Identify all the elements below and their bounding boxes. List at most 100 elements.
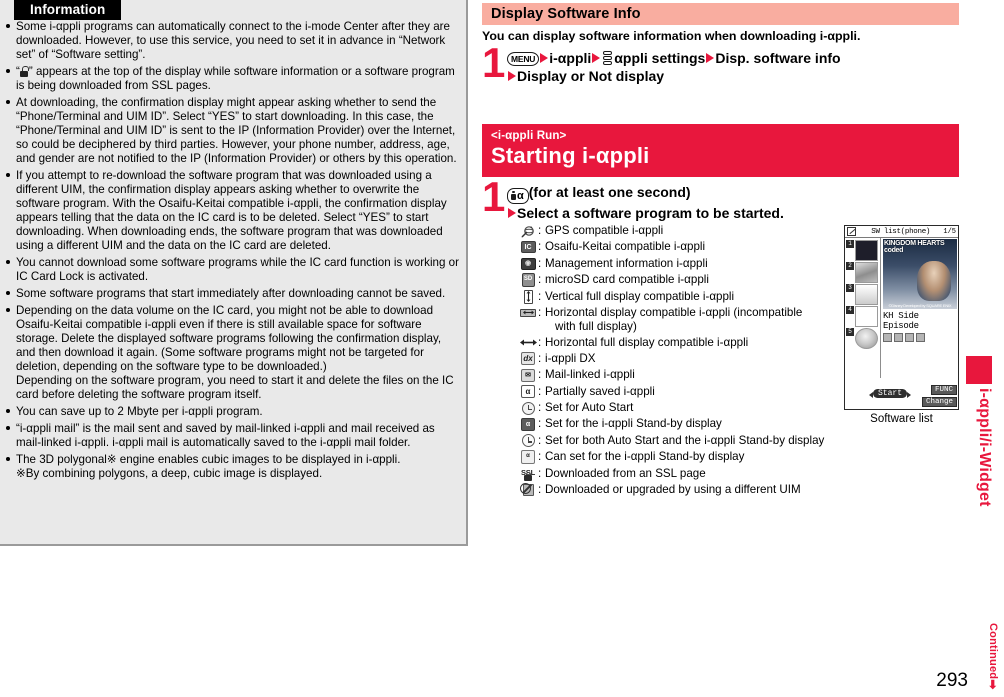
list-item[interactable]: 1 xyxy=(846,240,880,261)
legend-row: IC : Osaifu-Keitai compatible i-αppli xyxy=(518,240,848,254)
software-banner-image: KINGDOM HEARTS coded ©Disney Developed b… xyxy=(883,239,957,309)
step-target-appli-settings[interactable]: αppli settings xyxy=(614,50,705,66)
step-target-select-software[interactable]: Select a software program to be started. xyxy=(517,205,784,221)
ic-card-icon: IC xyxy=(518,240,538,254)
iappli-dx-icon xyxy=(916,333,925,342)
list-item-number: 4 xyxy=(846,306,854,314)
legend-row: ◉ : Management information i-αppli xyxy=(518,257,848,271)
section-header-iappli-run: <i-αppli Run> Starting i-αppli xyxy=(482,124,959,177)
softkey-change[interactable]: Change xyxy=(921,397,957,407)
legend-row: : Horizontal display compatible i-αppli … xyxy=(518,306,848,333)
auto-start-and-standby-icon xyxy=(518,434,538,448)
step-line-1: α (for at least one second) xyxy=(507,183,784,204)
list-item[interactable]: 3 xyxy=(846,284,880,305)
step-display-software-info: 1 MENU i-αppli αppli settings Disp. softwar… xyxy=(482,42,841,85)
arrow-icon xyxy=(592,53,601,63)
information-item-text: Some software programs that start immedi… xyxy=(16,287,446,300)
banner-character-art xyxy=(917,261,951,301)
arrow-icon xyxy=(508,71,516,81)
legend-row: α : Set for the i-αppli Stand-by display xyxy=(518,417,848,431)
bullet-icon xyxy=(6,308,11,313)
menu-key-icon[interactable]: MENU xyxy=(507,52,540,66)
bullet-icon xyxy=(6,426,11,431)
section-lead-text: You can display software information whe… xyxy=(482,29,861,43)
legend-colon: : xyxy=(538,401,542,415)
legend-text: Management information i-αppli xyxy=(545,256,708,270)
step-number: 1 xyxy=(482,173,506,220)
bullet-icon xyxy=(6,100,11,105)
legend-colon: : xyxy=(538,240,542,254)
step-line-2: Select a software program to be started. xyxy=(507,204,784,222)
information-item-text: You cannot download some software progra… xyxy=(16,256,459,283)
bullet-icon xyxy=(6,24,11,29)
legend-text: Set for both Auto Start and the i-αppli … xyxy=(545,433,825,447)
legend-text: Can set for the i-αppli Stand-by display xyxy=(545,450,745,464)
thumbnail-image xyxy=(855,240,878,261)
legend-colon: : xyxy=(538,351,542,365)
information-item-text: The 3D polygonal※ engine enables cubic i… xyxy=(16,453,401,466)
step-target-disp-software-info[interactable]: Disp. software info xyxy=(715,50,840,66)
list-item-number: 1 xyxy=(846,240,854,248)
information-item-text: ” appears at the top of the display whil… xyxy=(16,65,455,92)
horizontal-full-display-icon xyxy=(518,336,538,350)
step-starting-iappli: 1 α (for at least one second) Select a so… xyxy=(482,173,784,222)
legend-text: Osaifu-Keitai compatible i-αppli xyxy=(545,240,706,254)
information-item-text-second: ※By combining polygons, a deep, cubic im… xyxy=(16,467,323,480)
information-item: “” appears at the top of the display whi… xyxy=(6,65,462,93)
step-target-display-or-not[interactable]: Display or Not display xyxy=(517,68,664,84)
section-eyebrow: <i-αppli Run> xyxy=(491,129,567,142)
softkey-func[interactable]: FUNC xyxy=(930,385,957,395)
bullet-icon xyxy=(6,457,11,462)
step-line-2: Display or Not display xyxy=(507,67,841,85)
software-attribute-icons xyxy=(883,333,957,342)
legend-row: ✉ : Mail-linked i-αppli xyxy=(518,368,848,382)
auto-start-icon xyxy=(518,401,538,415)
phone-soft-keys: Start FUNC Change xyxy=(845,379,958,409)
step-hint-hold: (for at least one second) xyxy=(528,184,691,200)
information-panel: Information Some i-αppli programs can au… xyxy=(0,0,468,546)
step-target-iappli[interactable]: i-αppli xyxy=(549,50,591,66)
legend-text: Set for the i-αppli Stand-by display xyxy=(545,417,722,431)
ssl-icon: SSL xyxy=(518,467,538,482)
thumbnail-image xyxy=(855,328,878,349)
information-item: Some i-αppli programs can automatically … xyxy=(6,20,462,62)
list-item[interactable]: 2 xyxy=(846,262,880,283)
phone-screenshot-figure: SW list(phone) 1/5 1 2 3 4 5 KINGDOM HEA… xyxy=(844,225,962,425)
legend-colon: : xyxy=(538,273,542,287)
legend-text-main: Horizontal display compatible i-αppli (i… xyxy=(545,305,803,319)
legend-row: : GPS compatible i-αppli xyxy=(518,224,848,238)
information-item-text: Some i-αppli programs can automatically … xyxy=(16,20,450,61)
iappli-dx-icon: dx xyxy=(518,352,538,366)
iappli-key-icon[interactable]: α xyxy=(507,188,529,204)
figure-caption: Software list xyxy=(870,413,933,425)
thumbnail-image xyxy=(855,284,878,305)
gps-icon xyxy=(905,333,914,342)
thumbnail-image xyxy=(855,306,878,327)
legend-text-continuation: with full display) xyxy=(555,319,637,333)
phone-status-title: SW list(phone) xyxy=(871,227,931,236)
can-set-standby-icon: α xyxy=(518,450,538,465)
legend-colon: : xyxy=(538,256,542,270)
phone-body: 1 2 3 4 5 KINGDOM HEARTS coded ©Disney D… xyxy=(845,238,958,378)
arrow-icon xyxy=(540,53,549,63)
continued-marker: Continued➡ xyxy=(986,623,1000,689)
bullet-icon xyxy=(6,291,11,296)
horizontal-full-display-icon xyxy=(883,333,892,342)
legend-colon: : xyxy=(538,384,542,398)
software-name: KH Side Episode xyxy=(883,311,919,331)
arrow-icon xyxy=(508,208,516,218)
information-item-text: Depending on the data volume on the IC c… xyxy=(16,304,442,373)
legend-colon: : xyxy=(538,335,542,349)
legend-row: α : Can set for the i-αppli Stand-by dis… xyxy=(518,450,848,465)
legend-colon: : xyxy=(538,305,542,319)
legend-text: Mail-linked i-αppli xyxy=(545,368,635,382)
step-body: MENU i-αppli αppli settings Disp. software … xyxy=(507,48,841,85)
list-item[interactable]: 5 xyxy=(846,328,880,349)
phone-thumbnail-column[interactable]: 1 2 3 4 5 xyxy=(845,238,881,378)
banner-title: KINGDOM HEARTS coded xyxy=(884,240,945,254)
information-item: You cannot download some software progra… xyxy=(6,256,462,284)
list-item[interactable]: 4 xyxy=(846,306,880,327)
legend-text: Vertical full display compatible i-αppli xyxy=(545,289,735,303)
legend-row: : Horizontal full display compatible i-α… xyxy=(518,336,848,350)
softkey-start[interactable]: Start xyxy=(868,389,912,398)
